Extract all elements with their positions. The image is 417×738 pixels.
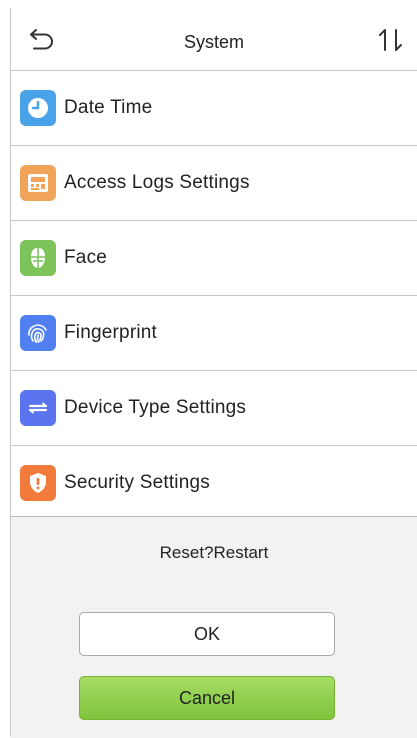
menu-item-label: Device Type Settings	[64, 397, 247, 418]
ok-button[interactable]: OK	[79, 612, 335, 656]
page-title: System	[183, 32, 244, 52]
system-menu: Date Time Access Logs Settings Face Fing…	[11, 71, 417, 521]
menu-item-date-time[interactable]: Date Time	[11, 71, 417, 146]
menu-item-label: Fingerprint	[64, 322, 158, 343]
access-log-icon	[20, 165, 56, 201]
face-icon	[20, 240, 56, 276]
menu-item-fingerprint[interactable]: Fingerprint	[11, 296, 417, 371]
clock-icon	[20, 90, 56, 126]
fingerprint-icon	[20, 315, 56, 351]
menu-item-label: Access Logs Settings	[64, 172, 250, 193]
menu-item-label: Date Time	[64, 97, 153, 118]
menu-item-device-type-settings[interactable]: Device Type Settings	[11, 371, 417, 446]
menu-item-security-settings[interactable]: Security Settings	[11, 446, 417, 521]
menu-item-access-logs-settings[interactable]: Access Logs Settings	[11, 146, 417, 221]
sort-up-down-icon[interactable]	[377, 28, 405, 52]
cancel-button[interactable]: Cancel	[79, 676, 335, 720]
device-type-icon	[20, 390, 56, 426]
dialog-message: Reset?Restart	[159, 543, 269, 562]
top-bar: System	[11, 8, 417, 71]
menu-item-face[interactable]: Face	[11, 221, 417, 296]
menu-item-label: Face	[64, 247, 108, 268]
shield-icon	[20, 465, 56, 501]
menu-item-label: Security Settings	[64, 472, 210, 493]
